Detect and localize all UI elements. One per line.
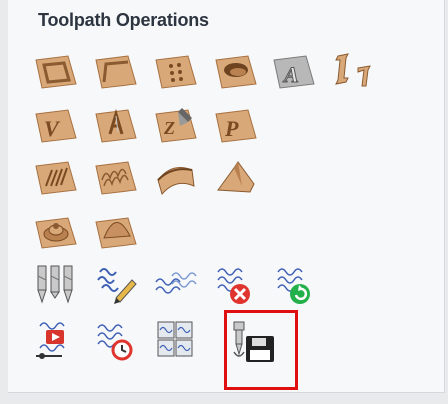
3d-profile-toolpath-icon[interactable] bbox=[92, 208, 140, 252]
3d-roughing-toolpath-icon[interactable] bbox=[212, 156, 260, 200]
svg-text:Z: Z bbox=[163, 118, 175, 138]
3d-pocket-toolpath-icon[interactable] bbox=[212, 50, 260, 94]
vcarve-toolpath-icon[interactable]: V bbox=[32, 104, 80, 148]
toolpath-operations-panel: Toolpath Operations A V Z P bbox=[8, 0, 445, 393]
drilling-toolpath-icon[interactable] bbox=[152, 50, 200, 94]
svg-text:P: P bbox=[224, 116, 239, 141]
edit-toolpath-icon[interactable] bbox=[92, 262, 140, 306]
inlay-toolpath-icon[interactable] bbox=[330, 46, 378, 90]
fluting-toolpath-icon[interactable]: Z bbox=[152, 104, 200, 148]
merge-toolpaths-icon[interactable] bbox=[152, 318, 200, 362]
pocket-toolpath-icon[interactable] bbox=[92, 50, 140, 94]
recalculate-toolpath-icon[interactable] bbox=[272, 262, 320, 306]
tool-database-icon[interactable] bbox=[32, 262, 80, 306]
molding-toolpath-icon[interactable] bbox=[152, 156, 200, 200]
delete-toolpath-icon[interactable] bbox=[212, 262, 260, 306]
save-toolpath-highlight bbox=[224, 310, 298, 390]
wave-texture-toolpath-icon[interactable] bbox=[92, 156, 140, 200]
profile-toolpath-icon[interactable] bbox=[32, 50, 80, 94]
duplicate-toolpath-icon[interactable] bbox=[152, 262, 200, 306]
prism-carve-toolpath-icon[interactable]: P bbox=[212, 104, 260, 148]
3d-finishing-toolpath-icon[interactable] bbox=[32, 208, 80, 252]
texture-toolpath-icon[interactable] bbox=[32, 156, 80, 200]
preview-toolpath-icon[interactable] bbox=[32, 318, 80, 362]
toolpath-time-icon[interactable] bbox=[92, 318, 140, 362]
panel-title: Toolpath Operations bbox=[38, 10, 209, 30]
vcarve-text-toolpath-icon[interactable]: A bbox=[270, 50, 318, 94]
svg-text:V: V bbox=[44, 116, 61, 141]
svg-text:A: A bbox=[282, 62, 299, 87]
quick-engrave-toolpath-icon[interactable] bbox=[92, 104, 140, 148]
